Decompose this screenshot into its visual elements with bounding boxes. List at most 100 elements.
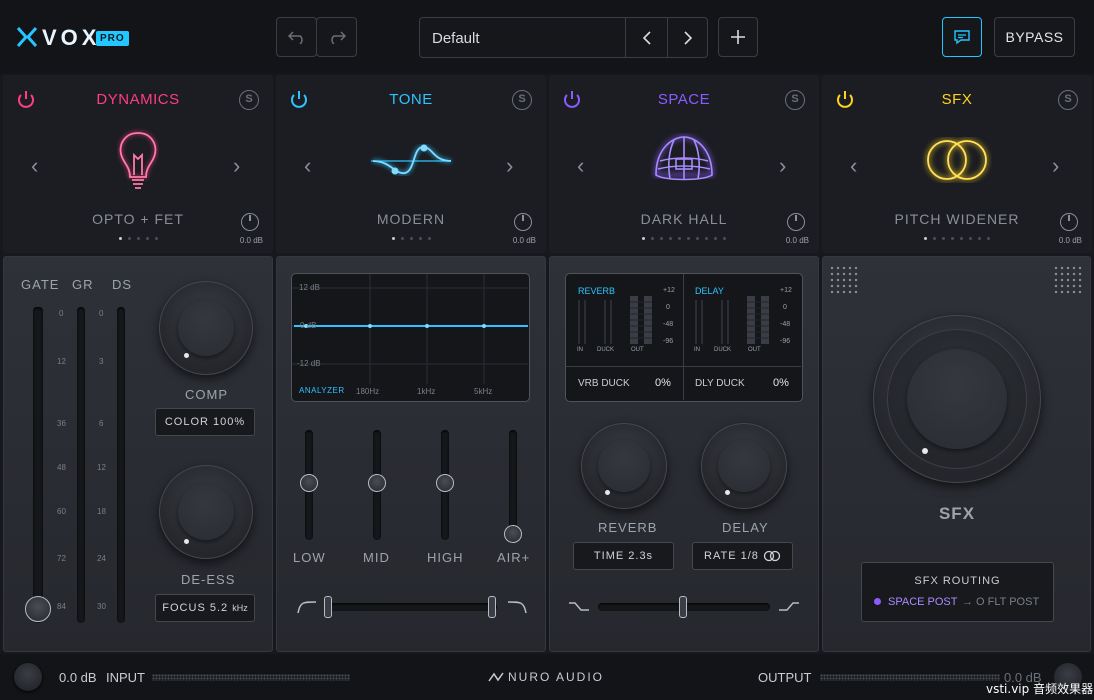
routing-inactive-option[interactable]: O FLT POST [976,596,1039,608]
lightbulb-icon [119,131,157,189]
overlap-circles-icon [926,139,988,181]
undo-button[interactable] [276,17,317,57]
delay-scale: -48 [780,321,791,328]
dly-duck-value[interactable]: 0% [773,377,789,389]
add-preset-button[interactable] [718,17,758,57]
redo-button[interactable] [316,17,357,57]
module-space: SPACE S ‹ › DARK HALL 0.0 dB [549,75,819,253]
sfx-panel: SFX SFX ROUTING SPACE POST → O FLT POST [822,256,1091,652]
solo-button[interactable]: S [512,90,532,110]
sfx-knob-label: SFX [938,504,976,523]
gate-tick: 48 [57,463,66,472]
gr-tick: 24 [97,554,106,563]
gate-tick: 12 [57,357,66,366]
solo-button[interactable]: S [785,90,805,110]
next-preset-arrow[interactable]: › [233,153,240,179]
gate-threshold-handle[interactable] [25,596,51,622]
deess-knob[interactable] [159,465,253,559]
gate-tick: 72 [57,554,66,563]
sfx-routing-box[interactable]: SFX ROUTING SPACE POST → O FLT POST [861,562,1054,622]
meter-sub-label: DUCK [714,347,732,353]
low-fader-handle[interactable] [300,474,318,492]
preset-selector[interactable]: Default [419,17,708,58]
reverb-level-meters [578,296,652,344]
air-fader-handle[interactable] [504,525,522,543]
module-output-knob[interactable] [787,213,805,231]
reverb-knob[interactable] [581,423,667,509]
reverb-scale: -48 [663,321,674,328]
corner-grille [829,265,859,295]
reverb-scale: +12 [663,287,675,294]
filter-range-slot [325,603,497,611]
tone-panel: 12 dB 0 dB -12 dB ANALYZER 180Hz 1kHz 5k… [276,256,546,652]
delay-knob[interactable] [701,423,787,509]
prev-preset-arrow[interactable]: ‹ [577,153,584,179]
freq-label: 1kHz [417,387,436,396]
prev-preset-arrow[interactable]: ‹ [31,153,38,179]
rate-value-box[interactable]: RATE 1/8 [692,542,793,570]
routing-active-option[interactable]: SPACE POST [888,596,957,608]
high-label: HIGH [427,550,464,565]
deess-label: DE-ESS [181,572,236,587]
vox-logo-icon [16,27,38,47]
gr-meter-slot [77,307,85,623]
top-bar: VOX PRO Default BYPASS [0,0,1094,74]
prev-preset-arrow[interactable]: ‹ [850,153,857,179]
preset-next-button[interactable] [668,18,708,57]
solo-button[interactable]: S [1058,90,1078,110]
preset-pager-dots [822,237,1092,240]
next-preset-arrow[interactable]: › [506,153,513,179]
time-value-box[interactable]: TIME 2.3s [573,542,674,570]
module-output-db: 0.0 dB [512,236,536,245]
gate-tick: 60 [57,507,66,516]
delay-level-meters [695,296,769,344]
next-preset-arrow[interactable]: › [1052,153,1059,179]
air-fader-slot [509,430,517,540]
feedback-button[interactable] [942,17,982,57]
analyzer-toggle[interactable]: ANALYZER [299,386,345,395]
module-output-knob[interactable] [514,213,532,231]
space-mix-handle[interactable] [679,596,687,618]
mid-fader-handle[interactable] [368,474,386,492]
lpf-handle[interactable] [488,596,496,618]
delay-scale: +12 [780,287,792,294]
input-gain-knob[interactable] [14,663,42,691]
sfx-knob[interactable] [873,315,1041,483]
module-output-knob[interactable] [241,213,259,231]
delay-meter-title: DELAY [695,286,724,296]
space-panel: REVERB DELAY +12 0 -48 -96 +12 0 -48 -96… [549,256,819,652]
eq-analyzer-display[interactable]: 12 dB 0 dB -12 dB ANALYZER 180Hz 1kHz 5k… [291,273,530,402]
delay-label: DELAY [722,520,769,535]
comp-label: COMP [185,387,228,402]
solo-button[interactable]: S [239,90,259,110]
gr-label: GR [72,277,94,292]
prev-preset-arrow[interactable]: ‹ [304,153,311,179]
gate-meter-slot [33,307,43,623]
focus-value-box[interactable]: FOCUS 5.2 kHz [155,594,255,622]
time-value: 2.3s [628,550,654,562]
brand-name: NURO AUDIO [508,670,605,684]
high-fader-handle[interactable] [436,474,454,492]
module-title: TONE [389,91,433,108]
color-value: 100% [213,416,246,428]
high-pass-icon [297,601,317,614]
reverb-scale: -96 [663,338,674,345]
preset-name[interactable]: Default [432,30,480,47]
meter-sub-label: DUCK [597,347,615,353]
module-output-db: 0.0 dB [1058,236,1082,245]
logo-text: VOX [42,25,101,50]
logo-pro-badge: PRO [96,31,129,46]
link-rings-icon[interactable] [763,550,781,562]
module-output-knob[interactable] [1060,213,1078,231]
next-preset-arrow[interactable]: › [779,153,786,179]
preset-prev-button[interactable] [626,18,667,57]
bypass-button[interactable]: BYPASS [994,17,1075,57]
module-output-db: 0.0 dB [239,236,263,245]
vrb-duck-value[interactable]: 0% [655,377,671,389]
color-value-box[interactable]: COLOR 100% [155,408,255,436]
module-output-db: 0.0 dB [785,236,809,245]
reverb-meter-title: REVERB [578,286,616,296]
comp-knob[interactable] [159,281,253,375]
undo-icon [287,31,303,44]
hpf-handle[interactable] [324,596,332,618]
